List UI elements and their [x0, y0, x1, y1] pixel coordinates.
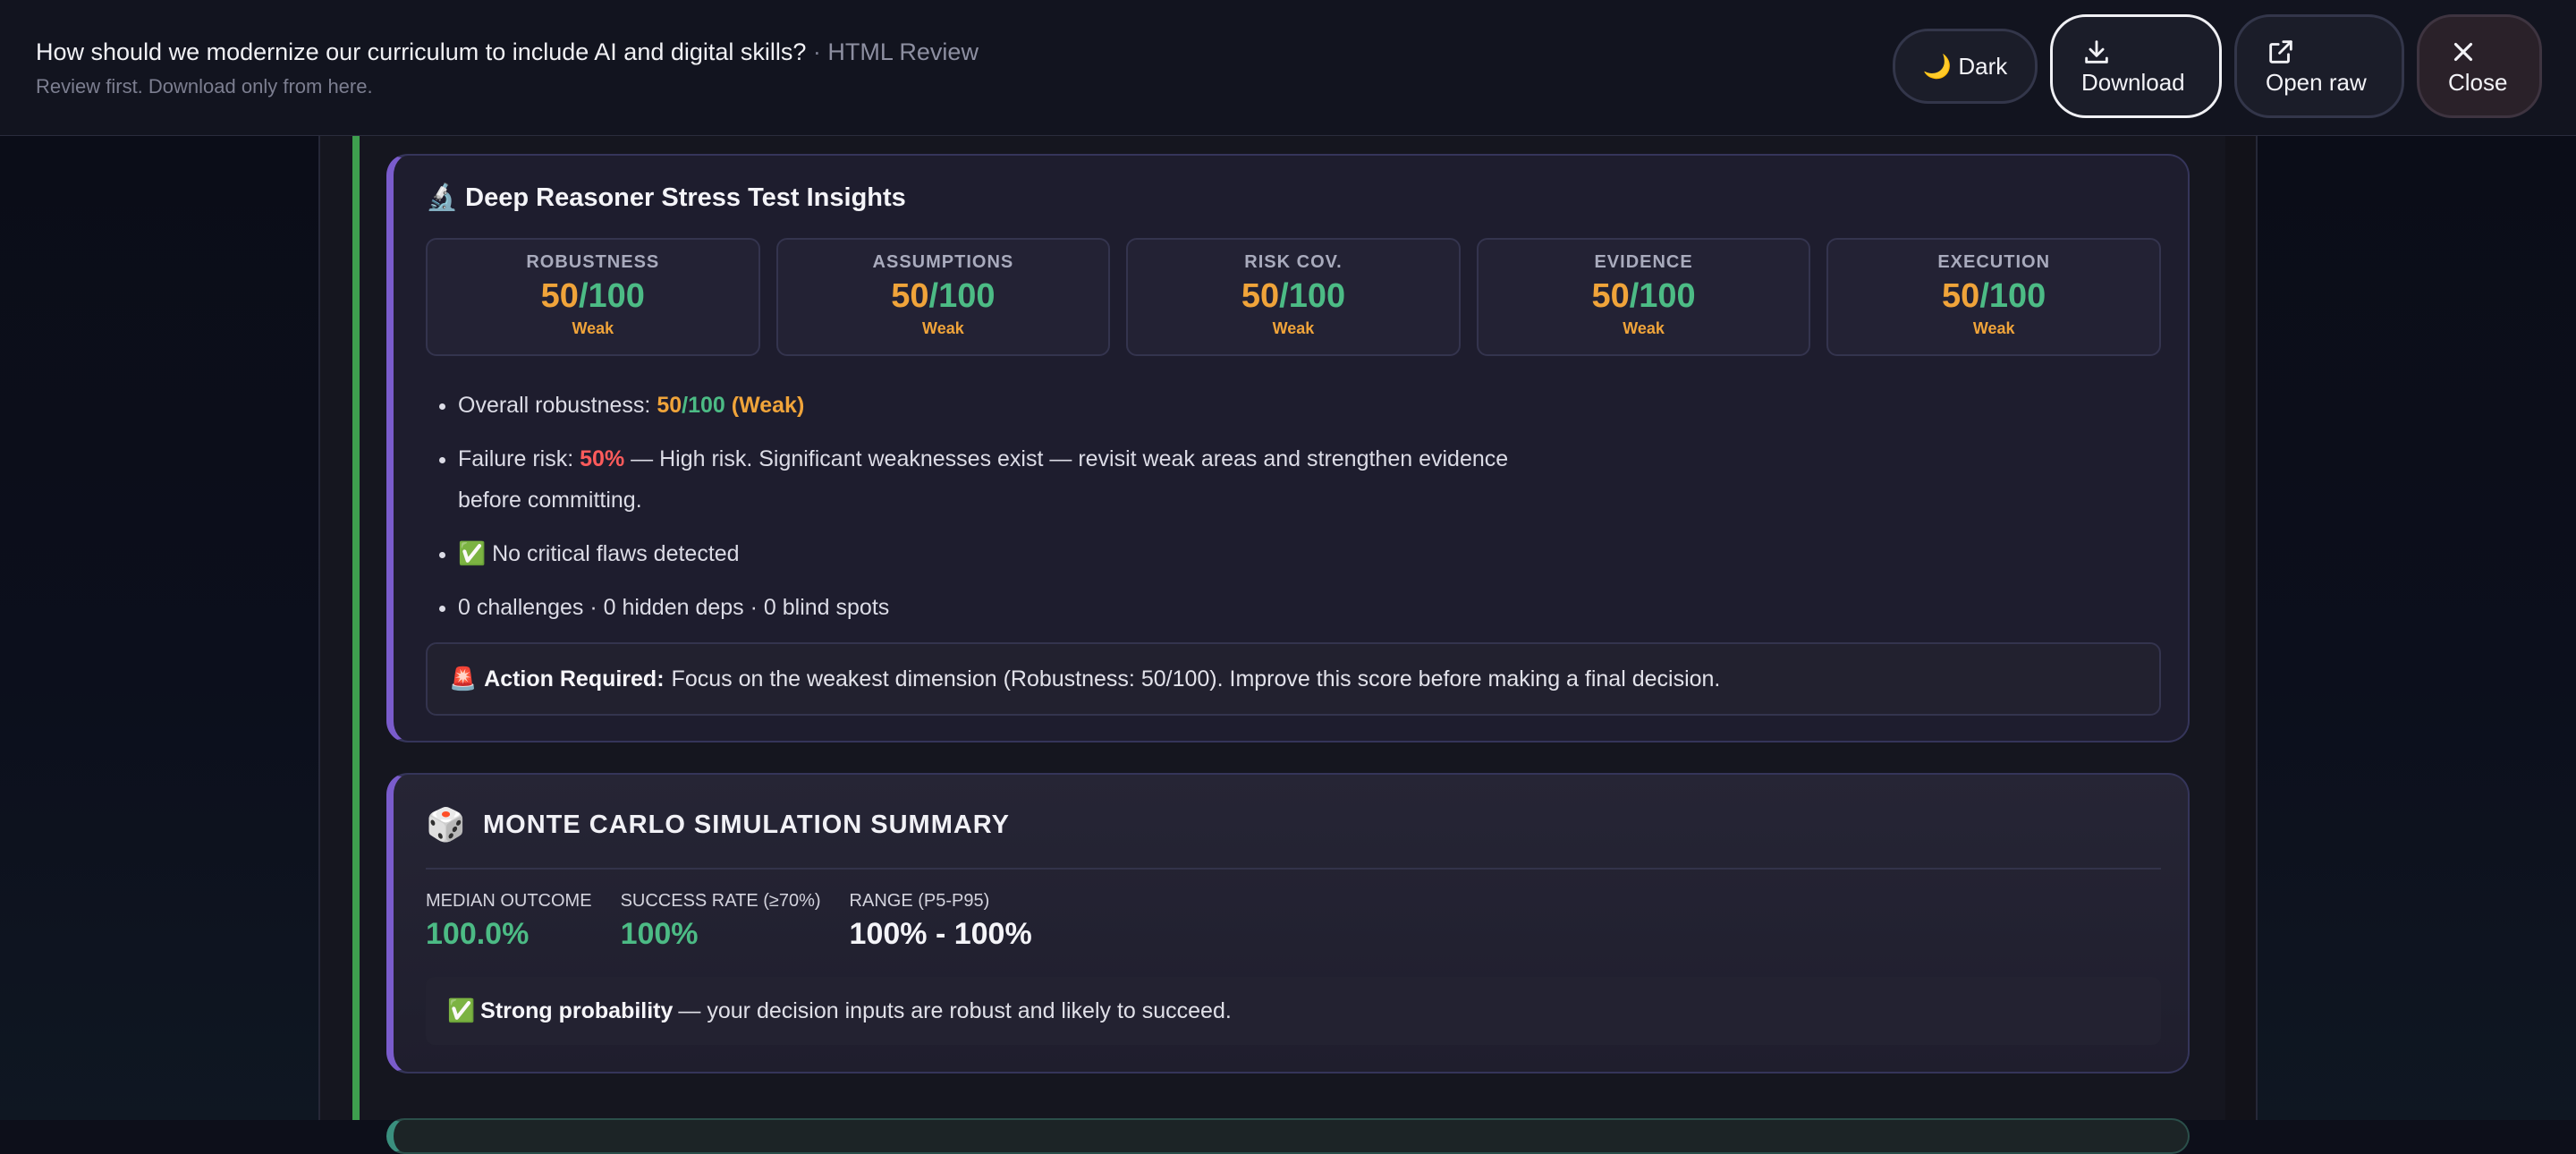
metric-rating: Weak [1272, 319, 1315, 337]
action-required-box: 🚨 Action Required: Focus on the weakest … [426, 642, 2161, 716]
header-title-block: How should we modernize our curriculum t… [36, 34, 979, 98]
list-item-overall: Overall robustness: 50/100 (Weak) [458, 385, 1531, 426]
section-indicator-bar [352, 136, 360, 1120]
list-item-no-flaws: ✅ No critical flaws detected [458, 533, 1531, 574]
metric-value: 50/100 [891, 277, 996, 315]
metric-execution: EXECUTION 50/100 Weak [1826, 238, 2161, 356]
list-item-failure-risk: Failure risk: 50% — High risk. Significa… [458, 438, 1531, 521]
review-header: How should we modernize our curriculum t… [0, 0, 2576, 136]
page-title: How should we modernize our curriculum t… [36, 38, 979, 65]
title-suffix: HTML Review [827, 38, 979, 65]
metric-label: ASSUMPTIONS [872, 252, 1014, 272]
metric-robustness: ROBUSTNESS 50/100 Weak [426, 238, 760, 356]
next-section-card [386, 1118, 2190, 1154]
action-text: Focus on the weakest dimension (Robustne… [671, 666, 1721, 692]
stress-test-title: 🔬 Deep Reasoner Stress Test Insights [426, 183, 906, 212]
close-icon [2453, 42, 2473, 61]
metric-label: EVIDENCE [1594, 252, 1693, 272]
content-scroll-shade [2225, 136, 2256, 1120]
metric-assumptions: ASSUMPTIONS 50/100 Weak [775, 238, 1111, 356]
stat-median-outcome: MEDIAN OUTCOME 100.0% [426, 891, 592, 951]
insight-list: Overall robustness: 50/100 (Weak) Failur… [426, 385, 1531, 641]
probability-note: ✅ Strong probability — your decision inp… [426, 977, 2161, 1045]
metric-risk-coverage: RISK COV. 50/100 Weak [1126, 238, 1461, 356]
alarm-icon: 🚨 [449, 666, 478, 692]
metric-value: 50/100 [540, 277, 645, 315]
open-raw-button[interactable]: Open raw [2234, 14, 2404, 118]
download-icon [2085, 39, 2108, 64]
metric-value: 50/100 [1591, 277, 1696, 315]
probability-label: Strong probability [480, 997, 674, 1023]
right-gutter-line [2256, 136, 2258, 1120]
action-label: Action Required: [484, 666, 665, 692]
monte-carlo-card: 🎲 MONTE CARLO SIMULATION SUMMARY MEDIAN … [386, 773, 2190, 1073]
check-icon: ✅ [447, 997, 476, 1023]
close-button[interactable]: Close [2417, 14, 2542, 118]
stress-test-card: 🔬 Deep Reasoner Stress Test Insights ROB… [386, 154, 2190, 742]
divider [426, 868, 2161, 870]
download-label: Download [2081, 68, 2185, 96]
metric-label: RISK COV. [1244, 252, 1343, 272]
dice-icon: 🎲 [426, 806, 467, 843]
stat-range: RANGE (P5-P95) 100% - 100% [849, 891, 1032, 951]
open-raw-label: Open raw [2266, 68, 2367, 96]
right-gutter [2256, 136, 2576, 1120]
simulation-stats: MEDIAN OUTCOME 100.0% SUCCESS RATE (≥70%… [426, 891, 1032, 952]
dark-mode-toggle[interactable]: 🌙 Dark [1893, 29, 2038, 104]
metric-label: ROBUSTNESS [526, 252, 660, 272]
probability-text: — your decision inputs are robust and li… [678, 997, 1232, 1023]
metric-rating: Weak [572, 319, 614, 337]
close-label: Close [2448, 68, 2508, 96]
left-gutter [0, 136, 318, 1120]
metric-rating: Weak [1623, 319, 1665, 337]
metric-evidence: EVIDENCE 50/100 Weak [1476, 238, 1811, 356]
metric-value: 50/100 [1942, 277, 2046, 315]
monte-carlo-title: 🎲 MONTE CARLO SIMULATION SUMMARY [426, 806, 1011, 843]
dark-mode-label: 🌙 Dark [1922, 52, 2008, 80]
metric-grid: ROBUSTNESS 50/100 Weak ASSUMPTIONS 50/10… [426, 238, 2161, 356]
download-button[interactable]: Download [2050, 14, 2222, 118]
list-item-counts: 0 challenges · 0 hidden deps · 0 blind s… [458, 587, 1531, 628]
external-link-icon [2269, 39, 2292, 64]
metric-rating: Weak [1972, 319, 2015, 337]
metric-label: EXECUTION [1937, 252, 2051, 272]
metric-rating: Weak [922, 319, 964, 337]
stat-success-rate: SUCCESS RATE (≥70%) 100% [620, 891, 821, 951]
metric-value: 50/100 [1241, 277, 1346, 315]
page-subtitle: Review first. Download only from here. [36, 75, 373, 98]
